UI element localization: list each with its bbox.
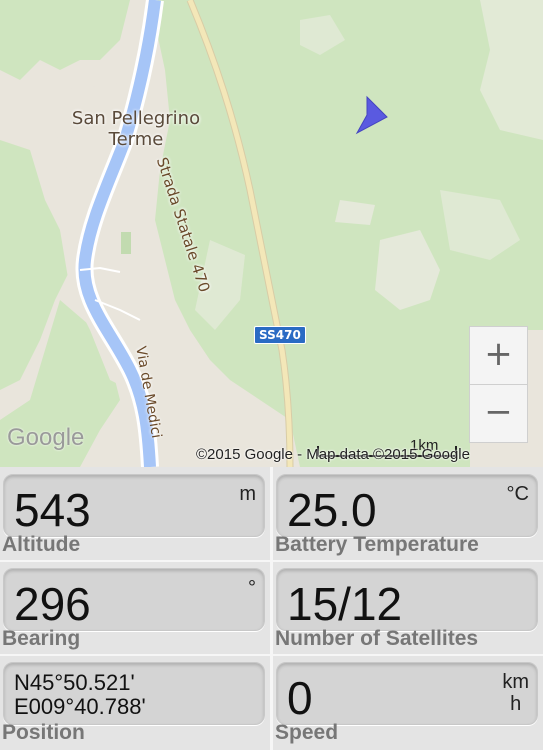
location-arrow-icon [355, 95, 388, 135]
stat-value: 15/12 [287, 578, 403, 630]
map-attribution[interactable]: ©2015 Google - Map data ©2015 Google [196, 446, 470, 463]
stat-label: Battery Temperature [275, 533, 479, 556]
stat-value: 25.0 [287, 484, 377, 536]
zoom-out-button[interactable]: − [469, 384, 528, 443]
zoom-in-button[interactable]: + [469, 326, 528, 385]
stat-card: 15/12 [276, 568, 538, 631]
stat-bearing: 296 ° Bearing [0, 561, 270, 654]
stat-label: Speed [275, 721, 339, 744]
stat-value: 543 [14, 484, 91, 536]
stat-value: 0 [287, 672, 313, 724]
map-view[interactable]: San Pellegrino Terme Strada Statale 470 … [0, 0, 543, 467]
stat-card: 25.0 °C [276, 474, 538, 537]
stat-card: N45°50.521' E009°40.788' [3, 662, 265, 725]
stat-card: 543 m [3, 474, 265, 537]
google-logo: Google [7, 424, 85, 451]
stat-label: Number of Satellites [275, 627, 479, 650]
stats-panel: 543 m Altitude 25.0 °C Battery Temperatu… [0, 467, 543, 750]
map-tiles [0, 0, 543, 467]
stat-unit: °C [506, 483, 529, 505]
stat-value: N45°50.521' E009°40.788' [14, 670, 146, 719]
stat-card: 296 ° [3, 568, 265, 631]
stat-speed: 0 km h Speed [273, 655, 543, 748]
place-label-san-pellegrino: San Pellegrino Terme [71, 108, 201, 150]
stat-label: Bearing [2, 627, 81, 650]
stat-position: N45°50.521' E009°40.788' Position [0, 655, 270, 748]
stat-altitude: 543 m Altitude [0, 467, 270, 560]
stat-number-of-satellites: 15/12 Number of Satellites [273, 561, 543, 654]
stat-unit: ° [248, 577, 256, 599]
stat-value: 296 [14, 578, 91, 630]
stat-battery-temperature: 25.0 °C Battery Temperature [273, 467, 543, 560]
stat-label: Position [2, 721, 85, 744]
stat-unit: km h [502, 671, 529, 715]
stat-unit: m [239, 483, 256, 505]
stat-label: Altitude [2, 533, 81, 556]
road-shield-ss470: SS470 [254, 326, 306, 344]
stat-card: 0 km h [276, 662, 538, 725]
